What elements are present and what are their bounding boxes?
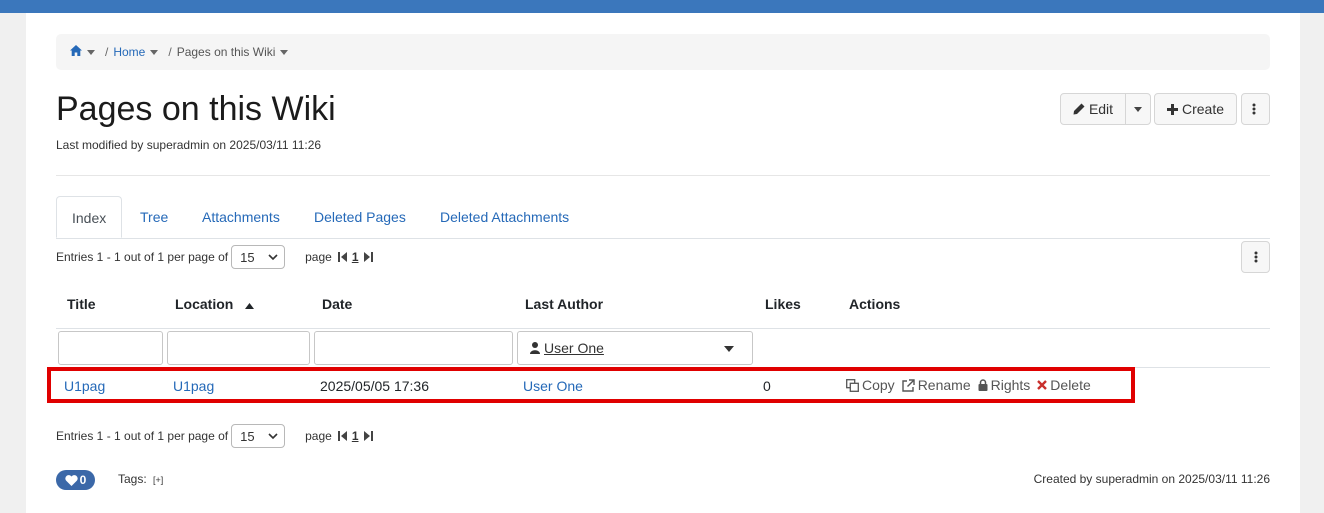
author-filter-value: User One — [544, 340, 604, 356]
more-vertical-icon — [1252, 103, 1255, 115]
title-filter-input[interactable] — [58, 331, 163, 365]
home-icon[interactable] — [70, 45, 82, 59]
tab-bar: Index Tree Attachments Deleted Pages Del… — [56, 196, 1270, 239]
chevron-down-icon[interactable] — [87, 49, 95, 55]
chevron-down-icon[interactable] — [280, 49, 289, 55]
more-actions-button[interactable] — [1241, 93, 1270, 125]
table-header-divider — [56, 328, 1270, 329]
sort-ascending-icon — [245, 303, 255, 309]
column-header-location-label: Location — [175, 296, 234, 312]
page-label: page — [305, 250, 332, 264]
user-icon — [530, 342, 540, 354]
like-count: 0 — [79, 473, 87, 487]
column-header-likes[interactable]: Likes — [765, 296, 801, 312]
column-header-actions: Actions — [849, 296, 901, 312]
last-page-icon[interactable] — [363, 252, 373, 262]
chevron-down-icon — [268, 433, 278, 440]
last-page-icon[interactable] — [363, 431, 373, 441]
like-button[interactable]: 0 — [56, 470, 95, 490]
edit-label: Edit — [1088, 101, 1114, 117]
page-title: Pages on this Wiki — [56, 90, 336, 128]
tags-label: Tags: — [118, 472, 147, 486]
page-number-link[interactable]: 1 — [352, 429, 359, 443]
breadcrumb-separator: / — [105, 45, 109, 59]
divider — [56, 175, 1270, 176]
pagination-top: Entries 1 - 1 out of 1 per page of 15 pa… — [56, 245, 373, 269]
breadcrumb-separator: / — [168, 45, 172, 59]
caret-down-icon — [724, 346, 734, 352]
column-header-date[interactable]: Date — [322, 296, 352, 312]
breadcrumb: / Home / Pages on this Wiki — [56, 34, 1270, 70]
tab-deleted-pages[interactable]: Deleted Pages — [314, 196, 406, 238]
tab-attachments[interactable]: Attachments — [202, 196, 280, 238]
tab-deleted-attachments[interactable]: Deleted Attachments — [440, 196, 569, 238]
plus-icon — [1166, 103, 1178, 115]
tab-index[interactable]: Index — [56, 196, 122, 238]
date-filter-input[interactable] — [314, 331, 513, 365]
pencil-icon — [1073, 103, 1085, 115]
page-number-link[interactable]: 1 — [352, 250, 359, 264]
chevron-down-icon — [268, 254, 278, 261]
per-page-select[interactable]: 15 — [231, 424, 286, 448]
table-options-button[interactable] — [1241, 241, 1270, 273]
tab-tree[interactable]: Tree — [140, 196, 168, 238]
breadcrumb-home-link[interactable]: Home — [113, 45, 145, 59]
edit-button[interactable]: Edit — [1060, 93, 1126, 125]
per-page-select[interactable]: 15 — [231, 245, 286, 269]
location-filter-input[interactable] — [167, 331, 310, 365]
create-label: Create — [1181, 101, 1225, 117]
page-container: / Home / Pages on this Wiki Pages on thi… — [26, 13, 1300, 513]
last-modified-text: Last modified by superadmin on 2025/03/1… — [56, 138, 322, 152]
add-tag-link[interactable]: [+] — [153, 475, 163, 485]
created-by-text: Created by superadmin on 2025/03/11 11:2… — [1033, 472, 1270, 486]
page-label: page — [305, 429, 332, 443]
entries-text: Entries 1 - 1 out of 1 per page of — [56, 429, 229, 443]
top-bar — [0, 0, 1324, 13]
breadcrumb-current: Pages on this Wiki — [176, 45, 276, 59]
row-highlight-box — [47, 367, 1135, 403]
pagination-bottom: Entries 1 - 1 out of 1 per page of 15 pa… — [56, 424, 373, 448]
first-page-icon[interactable] — [337, 431, 347, 441]
caret-down-icon — [1134, 106, 1142, 112]
column-header-title[interactable]: Title — [67, 296, 96, 312]
per-page-value: 15 — [240, 428, 255, 444]
author-filter-select[interactable]: User One — [517, 331, 753, 365]
create-button[interactable]: Create — [1154, 93, 1237, 125]
column-header-last-author[interactable]: Last Author — [525, 296, 603, 312]
first-page-icon[interactable] — [337, 252, 347, 262]
chevron-down-icon[interactable] — [150, 49, 159, 55]
heart-icon — [65, 474, 78, 486]
tags: Tags: [+] — [118, 472, 163, 486]
edit-dropdown-button[interactable] — [1125, 93, 1151, 125]
entries-text: Entries 1 - 1 out of 1 per page of — [56, 250, 229, 264]
more-vertical-icon — [1254, 251, 1257, 263]
column-header-location[interactable]: Location — [175, 296, 255, 312]
per-page-value: 15 — [240, 249, 255, 265]
